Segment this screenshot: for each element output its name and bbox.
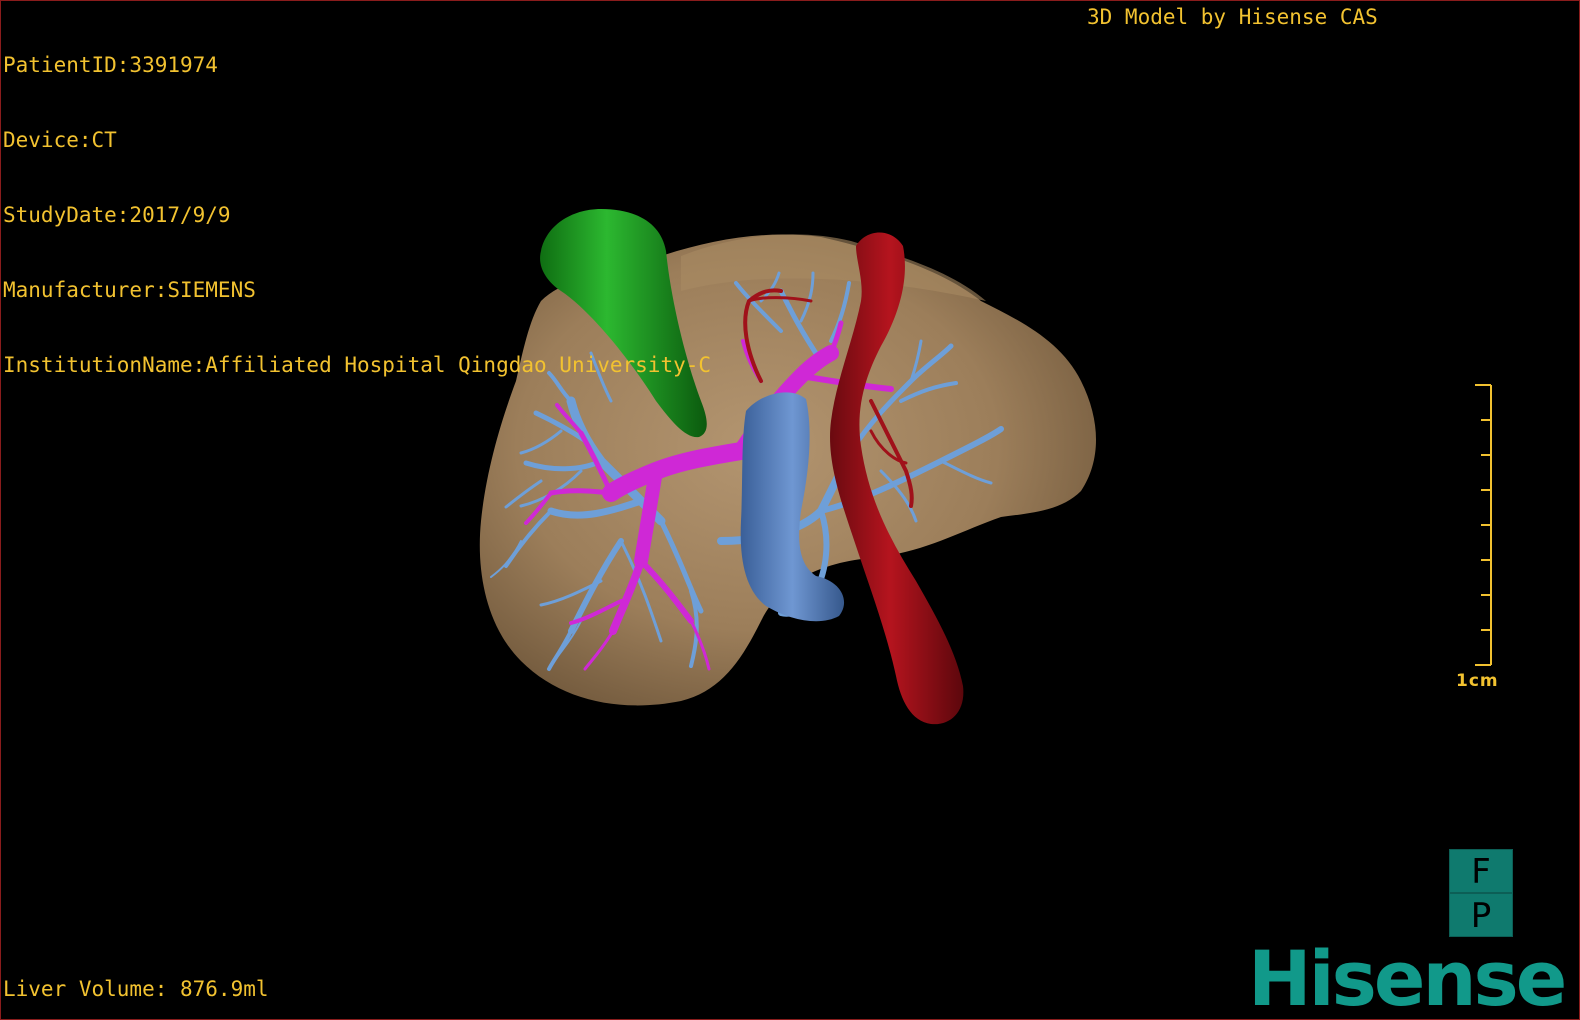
orientation-bottom-label[interactable]: P	[1449, 893, 1513, 937]
hisense-logo: Hisense	[1248, 934, 1567, 1020]
model-credit-text: 3D Model by Hisense CAS	[1087, 5, 1378, 29]
scale-bar	[1475, 384, 1492, 666]
device-text: Device:CT	[3, 128, 117, 152]
scale-bar-label: 1cm	[1456, 671, 1499, 691]
orientation-cube[interactable]: F P	[1449, 849, 1513, 937]
orientation-top-label[interactable]: F	[1449, 849, 1513, 893]
manufacturer-text: Manufacturer:SIEMENS	[3, 278, 256, 302]
study-date-text: StudyDate:2017/9/9	[3, 203, 231, 227]
institution-text: InstitutionName:Affiliated Hospital Qing…	[3, 353, 712, 377]
patient-id-text: PatientID:3391974	[3, 53, 218, 77]
dicom-info-overlay: PatientID:3391974 Device:CT StudyDate:20…	[3, 3, 711, 428]
liver-volume-text: Liver Volume: 876.9ml	[3, 977, 269, 1001]
3d-viewport[interactable]: PatientID:3391974 Device:CT StudyDate:20…	[0, 0, 1580, 1020]
